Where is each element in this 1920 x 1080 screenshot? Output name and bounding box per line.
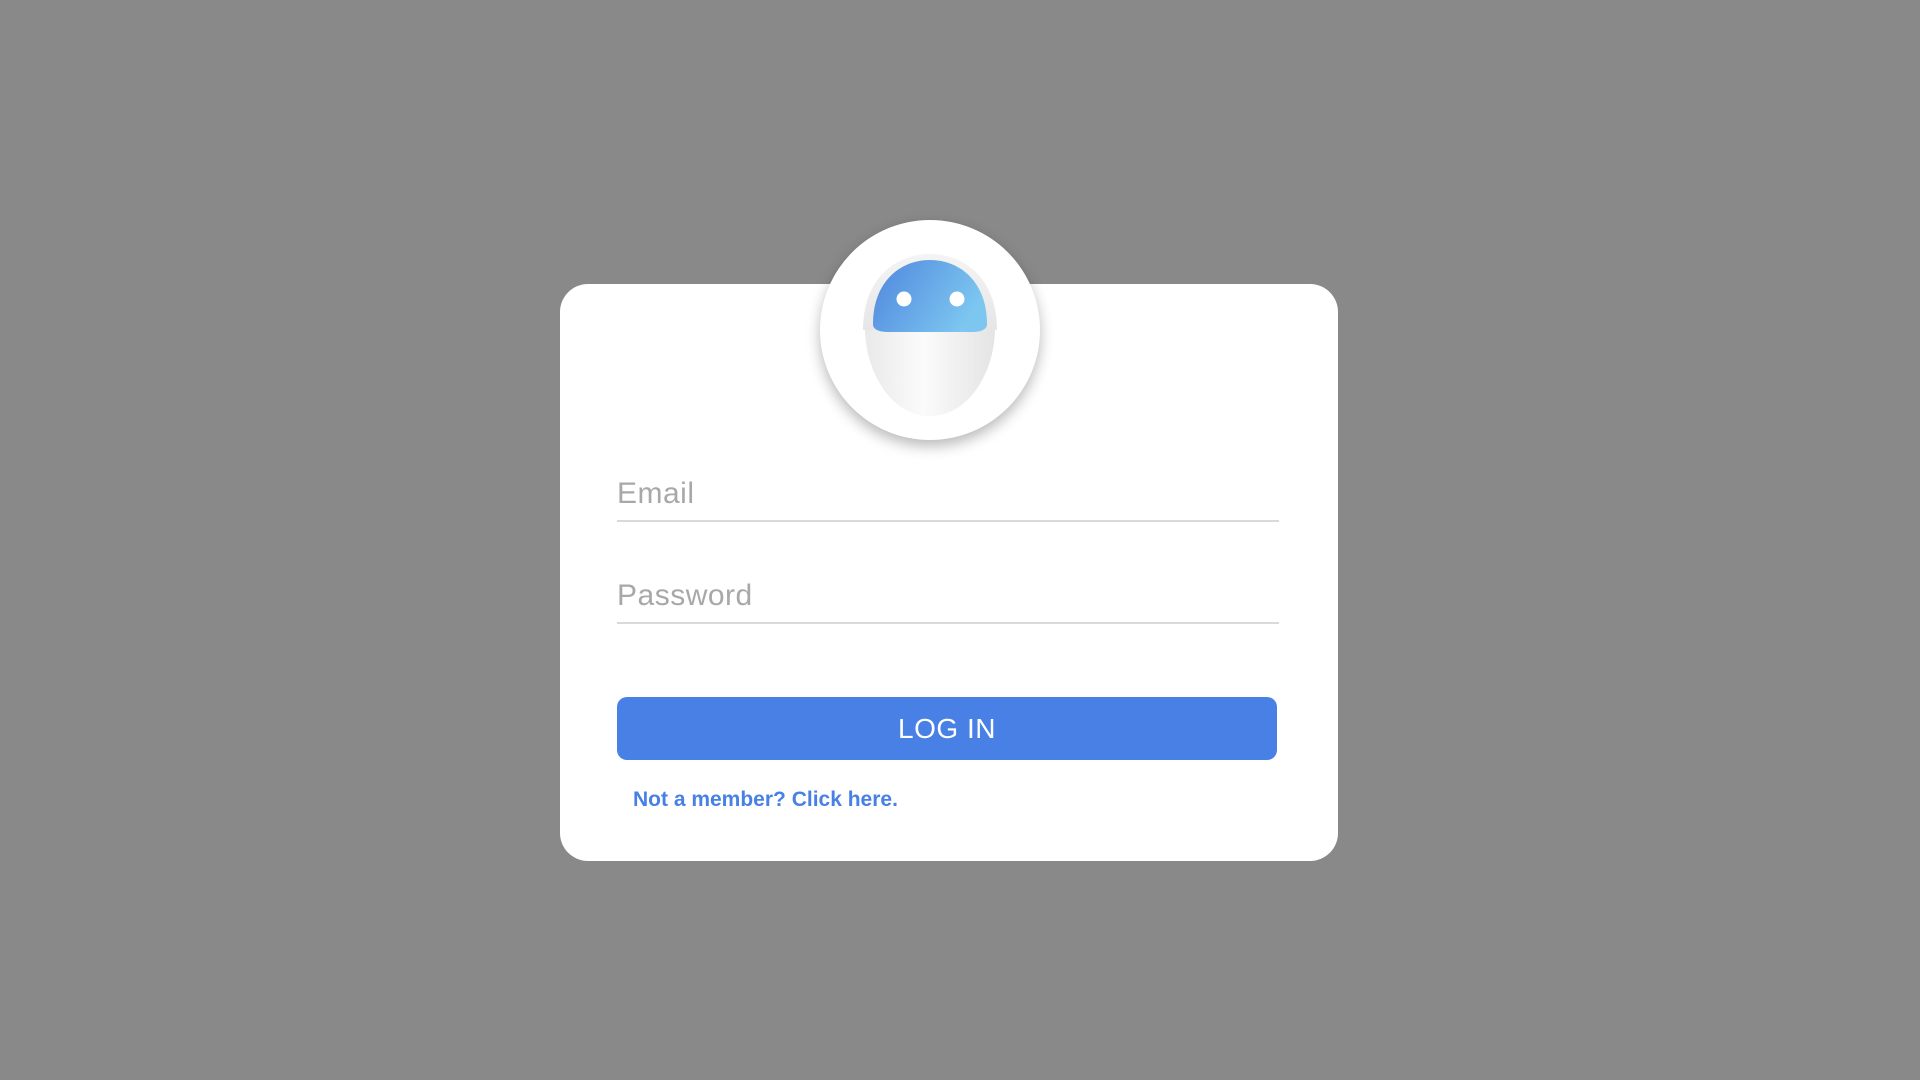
email-field[interactable] [617,474,1279,522]
login-button[interactable]: LOG IN [617,697,1277,760]
avatar [820,220,1040,440]
robot-right-eye [949,291,965,307]
robot-left-eye [896,291,912,307]
password-field[interactable] [617,576,1279,624]
signup-link[interactable]: Not a member? Click here. [633,788,898,812]
robot-icon [863,254,997,416]
